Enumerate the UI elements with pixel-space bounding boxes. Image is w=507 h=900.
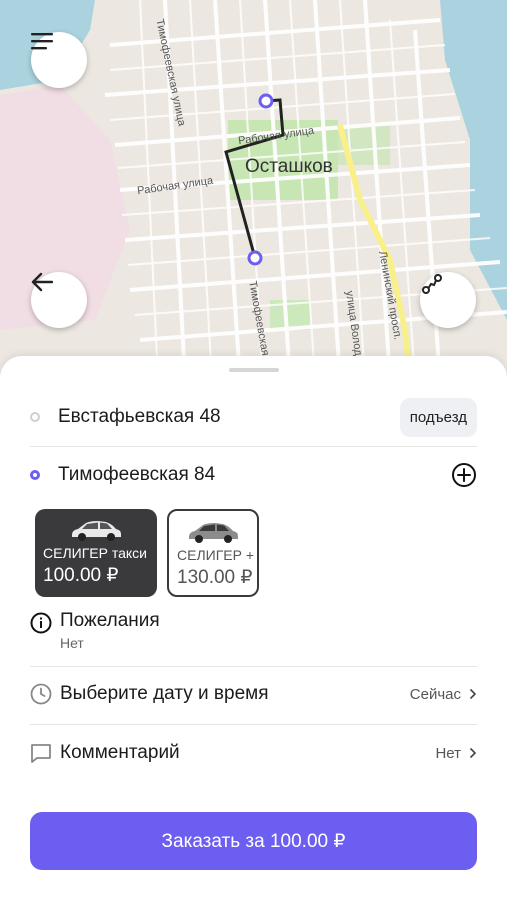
tariff-price: 100.00 ₽ [43, 565, 119, 586]
tariff-name: СЕЛИГЕР такси [43, 545, 147, 561]
add-stop-icon[interactable] [451, 462, 477, 488]
city-label: Осташков [245, 156, 333, 177]
wishes-value: Нет [60, 635, 84, 651]
route-icon [422, 274, 442, 294]
from-address-row[interactable]: Евстафьевская 48 подъезд [30, 394, 477, 440]
divider [30, 666, 477, 667]
to-address-row[interactable]: Тимофеевская 84 [30, 454, 477, 496]
car-icon [189, 523, 238, 543]
menu-button[interactable] [31, 32, 87, 88]
datetime-title: Выберите дату и время [60, 683, 269, 704]
divider [30, 724, 477, 725]
to-address: Тимофеевская 84 [58, 464, 216, 485]
datetime-row[interactable]: Выберите дату и время Сейчас [30, 676, 477, 712]
entrance-button[interactable]: подъезд [399, 397, 477, 437]
tariff-price: 130.00 ₽ [177, 567, 253, 588]
to-dot-icon [30, 470, 40, 480]
chevron-right-icon [469, 747, 477, 759]
map-view[interactable]: Тимофеевская улица Рабочая улица Рабочая… [0, 0, 507, 380]
car-icon [72, 521, 121, 541]
datetime-value: Сейчас [409, 685, 461, 703]
tariff-card-seliger-plus[interactable]: СЕЛИГЕР + 130.00 ₽ [167, 509, 259, 597]
clock-icon [30, 683, 52, 705]
comment-title: Комментарий [60, 742, 180, 763]
from-dot-icon [30, 412, 40, 422]
comment-value: Нет [435, 744, 461, 762]
hamburger-menu-icon [31, 33, 53, 50]
comment-row[interactable]: Комментарий Нет [30, 735, 477, 771]
arrow-left-icon [31, 272, 53, 292]
divider [30, 446, 477, 447]
chevron-right-icon [469, 688, 477, 700]
back-button[interactable] [31, 272, 87, 328]
from-address: Евстафьевская 48 [58, 406, 221, 427]
info-icon [30, 612, 52, 634]
order-button[interactable]: Заказать за 100.00 ₽ [30, 812, 477, 870]
route-button[interactable] [420, 272, 476, 328]
tariff-name: СЕЛИГЕР + [177, 547, 255, 563]
tariff-card-seliger-taxi[interactable]: СЕЛИГЕР такси 100.00 ₽ [35, 509, 157, 597]
order-sheet: Евстафьевская 48 подъезд Тимофеевская 84… [0, 356, 507, 900]
wishes-title: Пожелания [60, 610, 160, 631]
wishes-row[interactable]: Пожелания Нет [30, 610, 477, 651]
sheet-grabber[interactable] [229, 368, 279, 372]
comment-icon [31, 744, 51, 763]
